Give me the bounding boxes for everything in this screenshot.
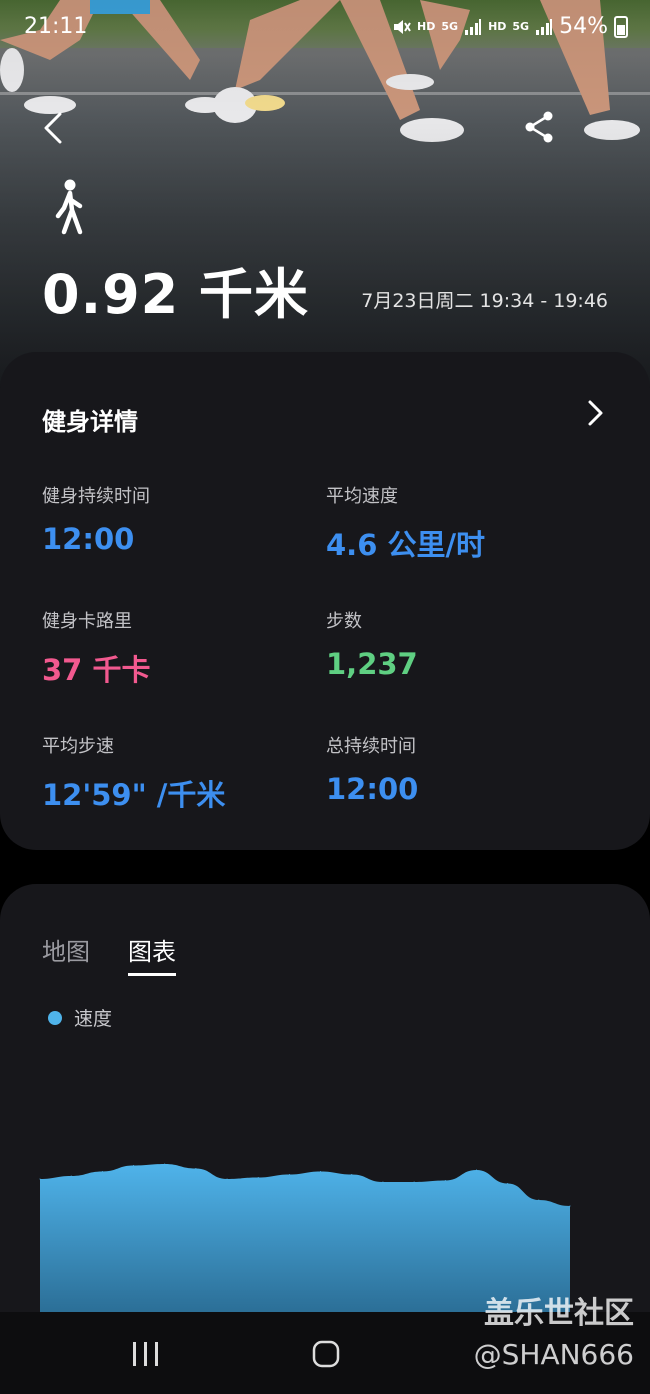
home-icon[interactable] (304, 1338, 348, 1370)
walk-icon (55, 179, 83, 235)
speed-point-16 (538, 1199, 540, 1201)
speed-point-15 (507, 1183, 509, 1184)
chart-legend: 速度 (48, 1004, 112, 1031)
back-arrow-icon[interactable] (30, 106, 74, 150)
metric-value: 12:00 (326, 772, 419, 806)
map-chart-tabs: 地图 图表 (42, 932, 176, 976)
mute-icon (394, 19, 411, 34)
battery-percent: 54% (559, 14, 608, 39)
metric-value: 4.6 公里/时 (326, 528, 486, 562)
signal-icon-2 (536, 18, 553, 35)
hero-banner: 21:11 HD 5G HD 5G 54% 0.92 千米 7月23日周二 19… (0, 0, 650, 390)
metric-value: 1,237 (326, 647, 418, 681)
speed-point-12 (413, 1181, 415, 1183)
network-label-5g-2: 5G (512, 20, 530, 33)
network-label-hd-2: HD (488, 20, 507, 33)
status-bar: 21:11 HD 5G HD 5G 54% (0, 0, 650, 56)
network-label-hd-1: HD (417, 20, 436, 33)
legend-label: 速度 (74, 1008, 113, 1030)
speed-point-13 (444, 1180, 446, 1181)
metric-label: 健身持续时间 (42, 486, 150, 507)
chevron-right-icon[interactable] (580, 398, 610, 428)
speed-point-8 (288, 1174, 290, 1175)
watermark-handle: @SHAN666 (473, 1338, 634, 1371)
metric-value: 12:00 (42, 522, 135, 556)
metric-calories: 健身卡路里 37 千卡 (42, 607, 322, 689)
speed-point-9 (320, 1171, 322, 1172)
legend-dot (48, 1010, 62, 1025)
details-title: 健身详情 (42, 408, 138, 436)
recent-apps-icon[interactable] (124, 1338, 168, 1370)
metric-label: 健身卡路里 (42, 611, 132, 632)
metric-average-pace: 平均步速 12'59" /千米 (42, 732, 322, 814)
signal-icon (465, 18, 482, 35)
network-label-5g-1: 5G (441, 20, 459, 33)
metric-workout-duration: 健身持续时间 12:00 (42, 482, 322, 556)
speed-point-7 (257, 1177, 259, 1178)
workout-details-card: 健身详情 健身持续时间 12:00 平均速度 4.6 公里/时 健身卡路里 37… (0, 352, 650, 850)
speed-point-3 (133, 1165, 135, 1166)
metric-label: 平均速度 (326, 486, 398, 507)
workout-distance: 0.92 千米 (42, 263, 310, 326)
metric-steps: 步数 1,237 (326, 607, 606, 681)
speed-point-1 (70, 1175, 72, 1177)
speed-point-4 (164, 1163, 166, 1165)
speed-point-14 (475, 1169, 477, 1171)
speed-point-17 (569, 1205, 571, 1207)
speed-point-0 (39, 1178, 41, 1180)
share-icon[interactable] (518, 106, 562, 150)
metric-label: 总持续时间 (326, 736, 416, 757)
metric-value: 12'59" /千米 (42, 778, 226, 812)
metric-value: 37 千卡 (42, 653, 151, 687)
status-time: 21:11 (24, 14, 88, 39)
speed-point-5 (195, 1168, 197, 1169)
workout-date-range: 7月23日周二 19:34 - 19:46 (361, 290, 608, 312)
speed-point-10 (351, 1174, 353, 1175)
speed-point-6 (226, 1178, 228, 1180)
hero-shade (0, 0, 650, 390)
metric-label: 平均步速 (42, 736, 114, 757)
speed-point-2 (101, 1171, 103, 1172)
status-icons: HD 5G HD 5G 54% (391, 14, 628, 39)
metric-label: 步数 (326, 611, 362, 632)
metric-average-speed: 平均速度 4.6 公里/时 (326, 482, 606, 564)
watermark-community: 盖乐世社区 (484, 1296, 634, 1331)
battery-icon (614, 15, 628, 38)
speed-point-11 (382, 1181, 384, 1183)
metric-total-duration: 总持续时间 12:00 (326, 732, 606, 806)
speed-area-chart (39, 1163, 571, 1314)
tab-chart[interactable]: 图表 (128, 932, 176, 976)
tab-map[interactable]: 地图 (42, 932, 90, 976)
